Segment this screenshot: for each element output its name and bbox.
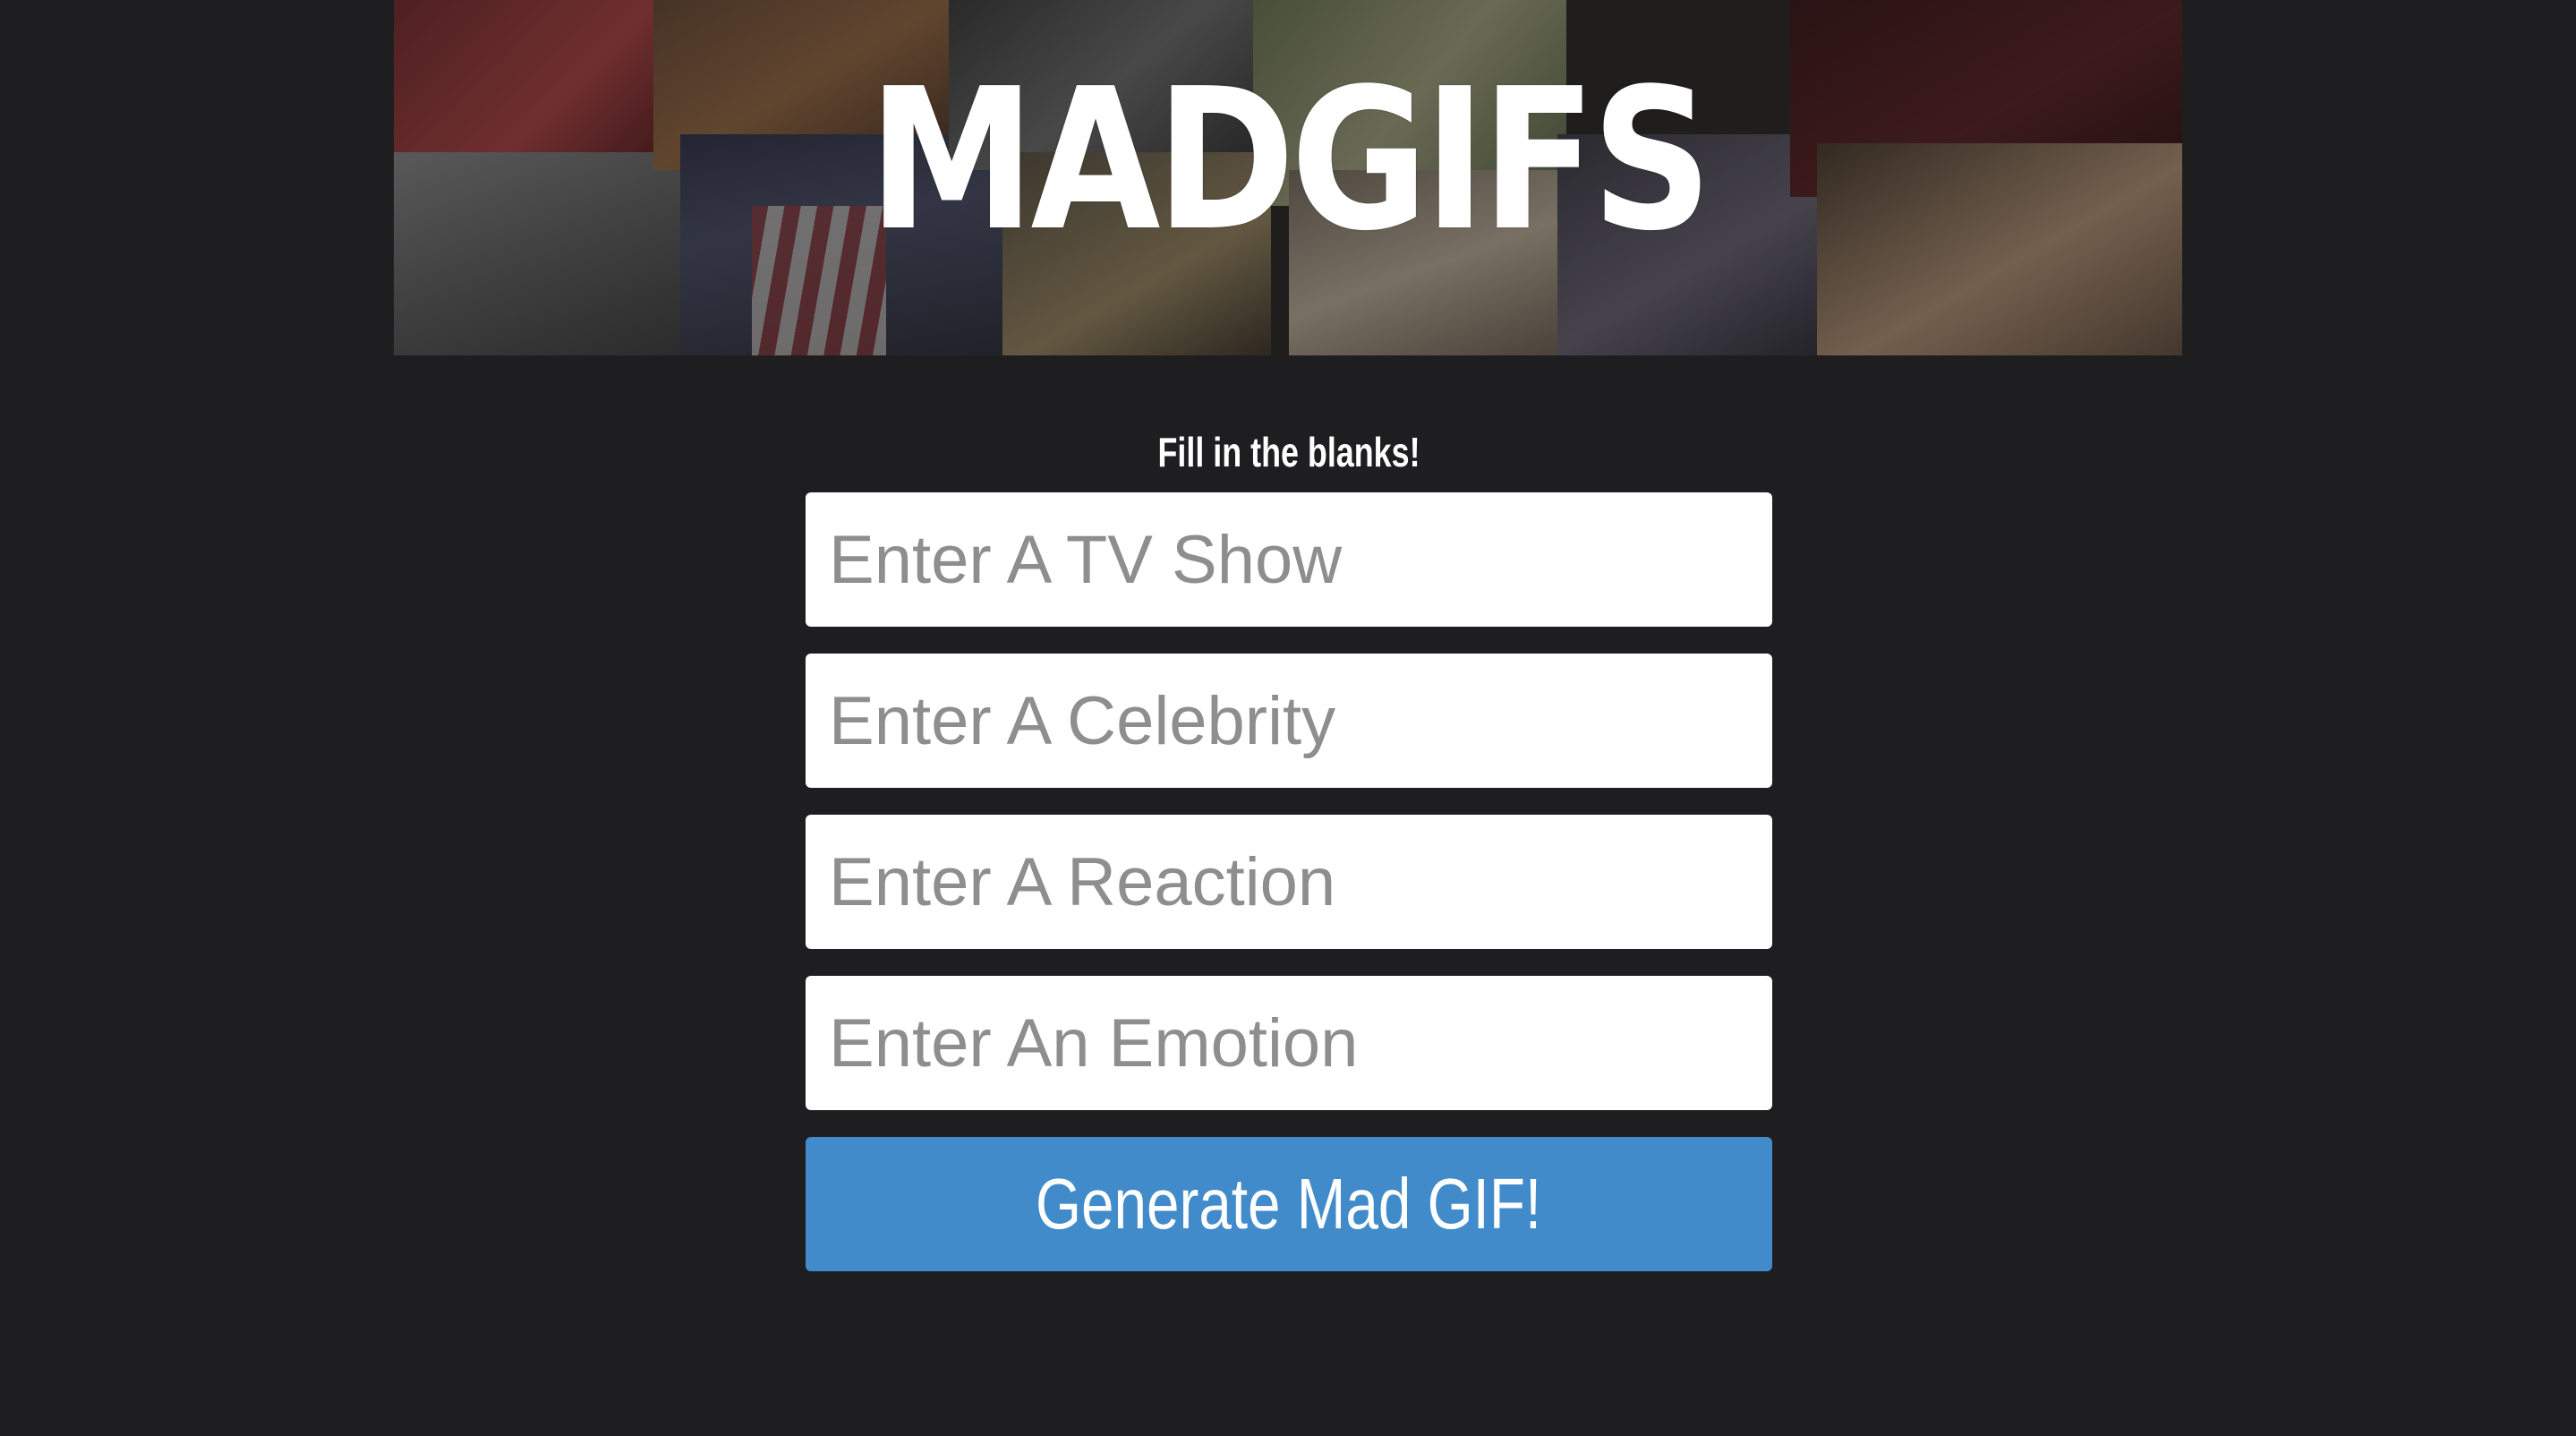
celebrity-input[interactable] (806, 654, 1772, 788)
form-prompt: Fill in the blanks! (1157, 429, 1420, 475)
reaction-input[interactable] (806, 815, 1772, 949)
header-banner: MADGIFS (394, 0, 2182, 355)
madgifs-logo[interactable]: MADGIFS (519, 64, 2057, 259)
tv-show-input[interactable] (806, 492, 1772, 627)
mad-gif-form: Fill in the blanks! Generate Mad GIF! (806, 421, 1772, 1271)
generate-mad-gif-button[interactable]: Generate Mad GIF! (806, 1137, 1772, 1271)
emotion-input[interactable] (806, 976, 1772, 1110)
generate-button-label: Generate Mad GIF! (1036, 1164, 1542, 1244)
page: MADGIFS Fill in the blanks! Generate Mad… (0, 0, 2576, 1436)
